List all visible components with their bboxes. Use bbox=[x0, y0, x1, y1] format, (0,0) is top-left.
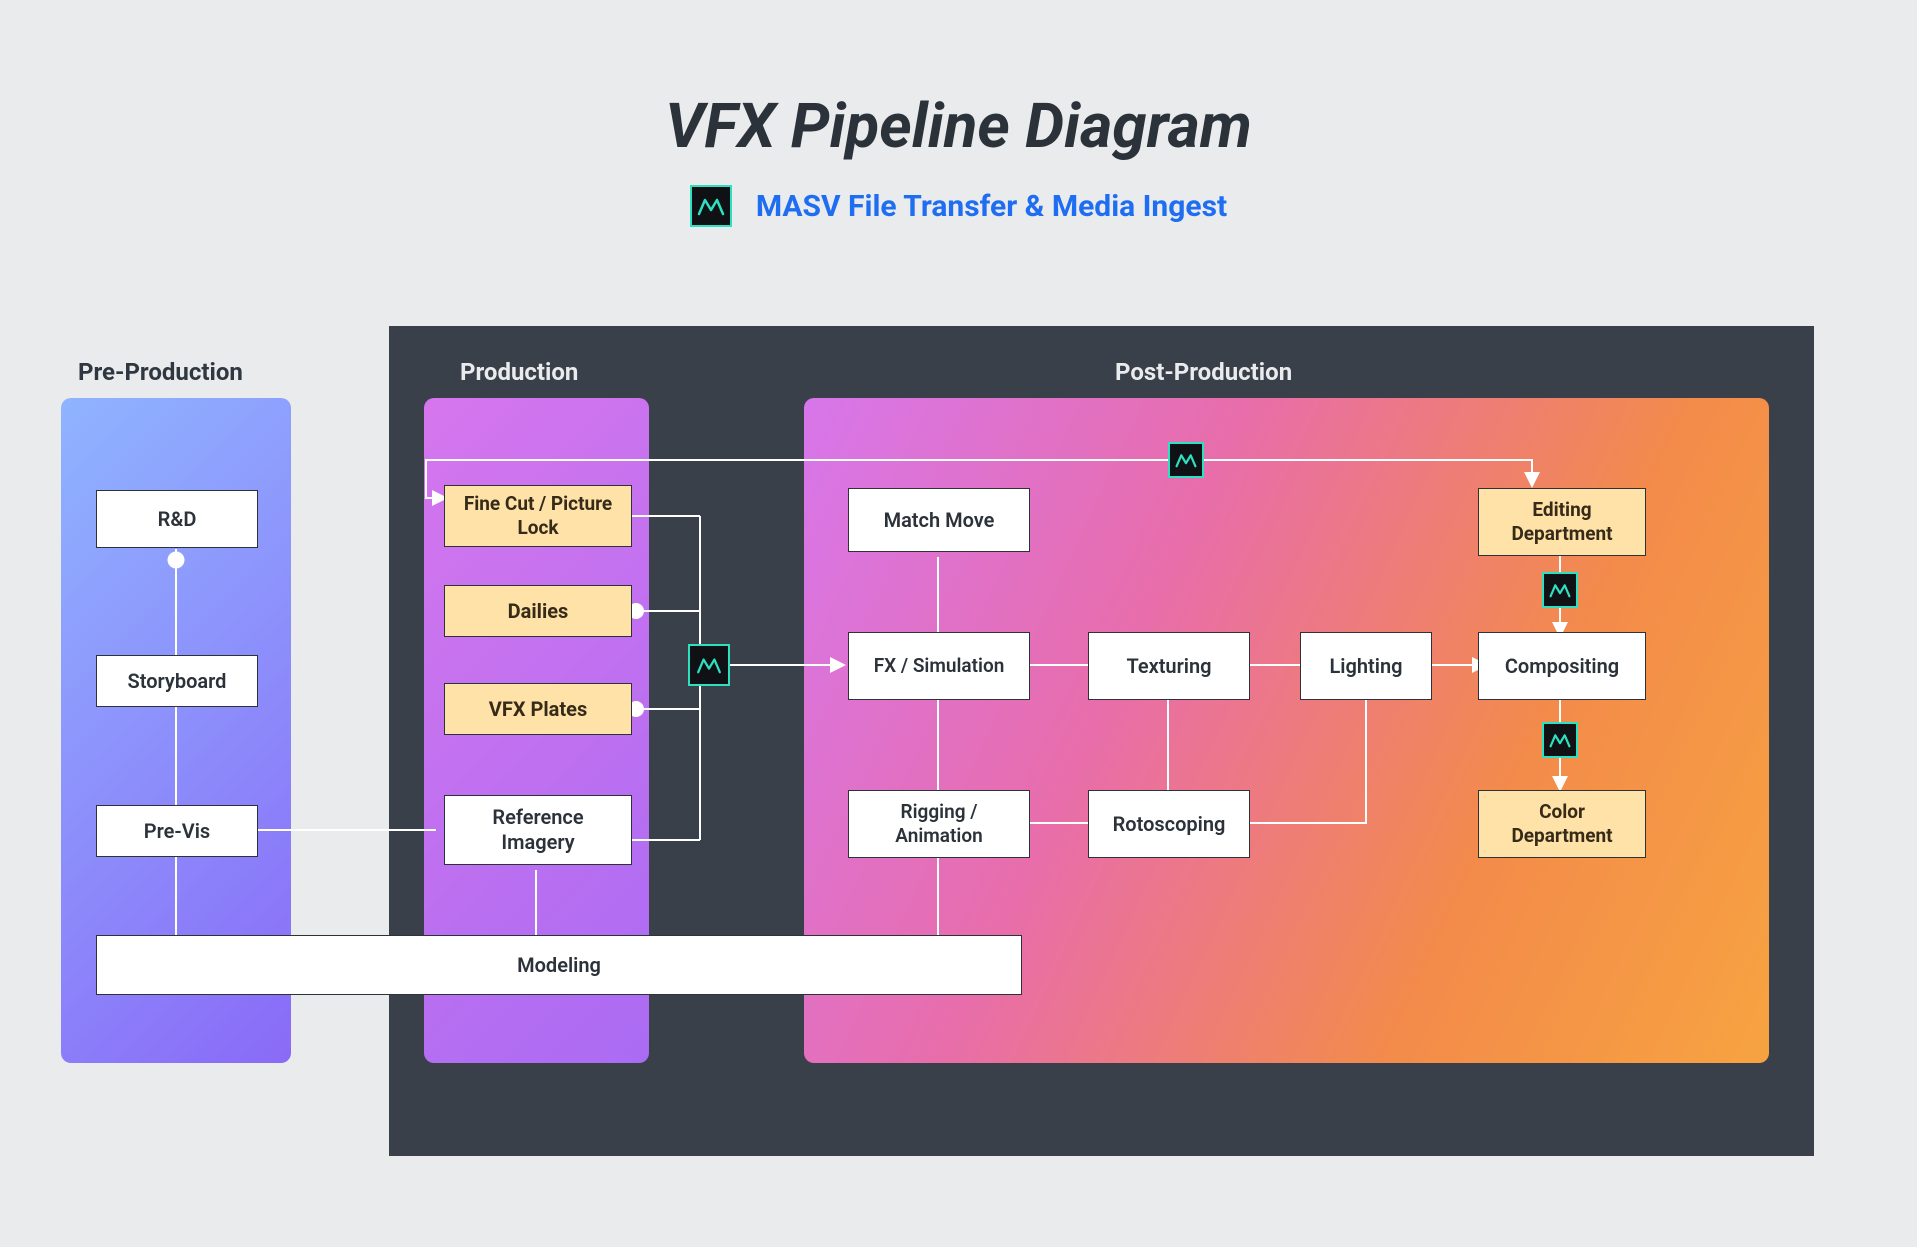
section-header-post: Post-Production bbox=[1115, 358, 1292, 386]
node-rnd: R&D bbox=[96, 490, 258, 548]
node-fxsim: FX / Simulation bbox=[848, 632, 1030, 700]
diagram-title: VFX Pipeline Diagram bbox=[0, 90, 1917, 163]
masv-icon-top bbox=[1168, 442, 1204, 478]
masv-icon-hub bbox=[688, 644, 730, 686]
node-rigging: Rigging / Animation bbox=[848, 790, 1030, 858]
node-finecut: Fine Cut / Picture Lock bbox=[444, 485, 632, 547]
section-header-pre: Pre-Production bbox=[78, 358, 243, 386]
masv-icon-edit-comp bbox=[1542, 572, 1578, 608]
masv-icon-comp-color bbox=[1542, 722, 1578, 758]
node-modeling: Modeling bbox=[96, 935, 1022, 995]
node-previs: Pre-Vis bbox=[96, 805, 258, 857]
node-matchmove: Match Move bbox=[848, 488, 1030, 552]
masv-icon bbox=[690, 185, 732, 227]
subtitle-row: MASV File Transfer & Media Ingest bbox=[0, 185, 1917, 227]
node-dailies: Dailies bbox=[444, 585, 632, 637]
section-header-prod: Production bbox=[460, 358, 578, 386]
node-reference: Reference Imagery bbox=[444, 795, 632, 865]
node-compositing: Compositing bbox=[1478, 632, 1646, 700]
node-lighting: Lighting bbox=[1300, 632, 1432, 700]
node-editing: Editing Department bbox=[1478, 488, 1646, 556]
node-storyboard: Storyboard bbox=[96, 655, 258, 707]
node-color: Color Department bbox=[1478, 790, 1646, 858]
node-rotoscoping: Rotoscoping bbox=[1088, 790, 1250, 858]
node-texturing: Texturing bbox=[1088, 632, 1250, 700]
subtitle-text: MASV File Transfer & Media Ingest bbox=[756, 189, 1227, 224]
node-vfxplates: VFX Plates bbox=[444, 683, 632, 735]
